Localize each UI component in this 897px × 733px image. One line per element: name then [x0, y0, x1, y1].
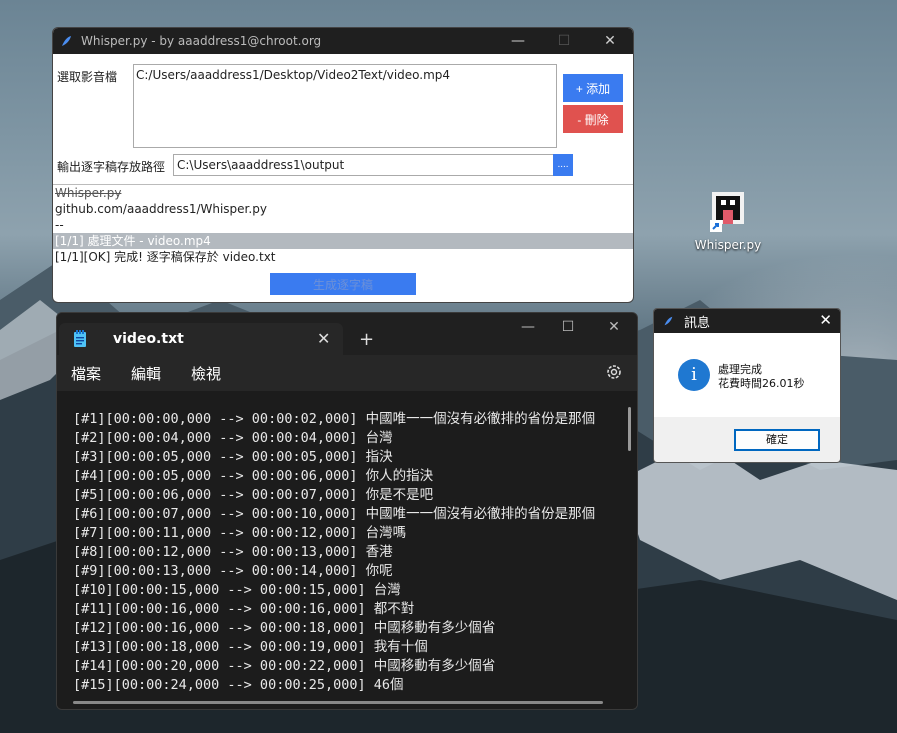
info-icon: i	[678, 359, 710, 391]
remove-file-button[interactable]: - 刪除	[563, 105, 623, 133]
desktop-icon-label: Whisper.py	[694, 238, 762, 252]
dialog-message-line2: 花費時間26.01秒	[718, 377, 805, 390]
output-path-input[interactable]: C:\Users\aaaddress1\output	[173, 154, 555, 176]
desktop-icon-whisper[interactable]: Whisper.py	[692, 190, 764, 252]
tab-video-txt[interactable]: video.txt ✕	[59, 323, 343, 355]
horizontal-scrollbar[interactable]	[73, 701, 603, 704]
generate-transcript-button[interactable]: 生成逐字稿	[270, 273, 416, 295]
notepad-icon	[74, 330, 86, 347]
notepad-close-button[interactable]: ✕	[591, 319, 637, 335]
ok-button[interactable]: 確定	[734, 429, 820, 451]
text-line: [#3][00:00:05,000 --> 00:00:05,000] 指決	[73, 449, 393, 465]
minimize-button[interactable]: —	[495, 33, 541, 49]
dialog-content: i 處理完成 花費時間26.01秒	[654, 333, 840, 417]
text-line: [#8][00:00:12,000 --> 00:00:13,000] 香港	[73, 544, 393, 560]
menu-file[interactable]: 檔案	[71, 363, 101, 384]
selected-files-list[interactable]: C:/Users/aaaddress1/Desktop/Video2Text/v…	[133, 64, 557, 148]
dialog-close-button[interactable]: ✕	[819, 311, 832, 329]
text-line: [#15][00:00:24,000 --> 00:00:25,000] 46個	[73, 677, 404, 693]
whisper-cow-icon	[708, 190, 748, 234]
log-output: Whisper.py github.com/aaaddress1/Whisper…	[53, 184, 633, 279]
output-path-row: 輸出逐字稿存放路徑 C:\Users\aaaddress1\output ...…	[53, 150, 633, 182]
browse-button[interactable]: ....	[553, 154, 573, 176]
whisper-window: Whisper.py - by aaaddress1@chroot.org — …	[52, 27, 634, 303]
log-line: --	[55, 218, 64, 232]
notepad-maximize-button[interactable]: ☐	[545, 319, 591, 335]
tab-close-icon[interactable]: ✕	[317, 329, 330, 348]
new-tab-button[interactable]: +	[359, 329, 374, 350]
feather-icon	[664, 316, 673, 326]
file-select-row: 選取影音檔 C:/Users/aaaddress1/Desktop/Video2…	[53, 54, 633, 148]
text-line: [#4][00:00:05,000 --> 00:00:06,000] 你人的指…	[73, 468, 434, 484]
text-line: [#2][00:00:04,000 --> 00:00:04,000] 台灣	[73, 430, 393, 446]
notepad-window: video.txt ✕ + — ☐ ✕ 檔案 編輯 檢視 [#1][00:00:…	[56, 312, 638, 710]
log-line: github.com/aaaddress1/Whisper.py	[55, 202, 267, 216]
text-line: [#11][00:00:16,000 --> 00:00:16,000] 都不對	[73, 601, 415, 617]
menu-view[interactable]: 檢視	[191, 363, 221, 384]
text-line: [#5][00:00:06,000 --> 00:00:07,000] 你是不是…	[73, 487, 434, 503]
selected-file-item[interactable]: C:/Users/aaaddress1/Desktop/Video2Text/v…	[136, 68, 554, 82]
menu-edit[interactable]: 編輯	[131, 363, 161, 384]
settings-gear-icon[interactable]	[605, 363, 623, 381]
text-line: [#12][00:00:16,000 --> 00:00:18,000] 中國移…	[73, 620, 496, 636]
text-line: [#6][00:00:07,000 --> 00:00:10,000] 中國唯一…	[73, 506, 596, 522]
feather-icon	[62, 36, 71, 46]
window-title: Whisper.py - by aaaddress1@chroot.org	[81, 34, 322, 48]
notepad-text-area[interactable]: [#1][00:00:00,000 --> 00:00:02,000] 中國唯一…	[57, 391, 637, 709]
notepad-menubar: 檔案 編輯 檢視	[57, 355, 637, 391]
text-line: [#9][00:00:13,000 --> 00:00:14,000] 你呢	[73, 563, 393, 579]
select-file-label: 選取影音檔	[57, 70, 118, 84]
text-line: [#10][00:00:15,000 --> 00:00:15,000] 台灣	[73, 582, 401, 598]
add-file-button[interactable]: + 添加	[563, 74, 623, 102]
maximize-button[interactable]: ☐	[541, 33, 587, 49]
vertical-scrollbar[interactable]	[628, 407, 631, 451]
close-button[interactable]: ✕	[587, 33, 633, 49]
output-path-label: 輸出逐字稿存放路徑	[57, 160, 166, 174]
log-line-selected: [1/1] 處理文件 - video.mp4	[53, 233, 633, 249]
notepad-tabbar[interactable]: video.txt ✕ + — ☐ ✕	[57, 313, 637, 355]
text-line: [#7][00:00:11,000 --> 00:00:12,000] 台灣嗎	[73, 525, 407, 541]
tab-title: video.txt	[113, 331, 184, 347]
message-dialog: 訊息 ✕ i 處理完成 花費時間26.01秒 確定	[653, 308, 841, 463]
text-line: [#13][00:00:18,000 --> 00:00:19,000] 我有十…	[73, 639, 428, 655]
dialog-title: 訊息	[684, 315, 711, 331]
log-line: Whisper.py	[55, 186, 122, 200]
text-line: [#14][00:00:20,000 --> 00:00:22,000] 中國移…	[73, 658, 496, 674]
whisper-titlebar[interactable]: Whisper.py - by aaaddress1@chroot.org — …	[53, 28, 633, 54]
dialog-titlebar[interactable]: 訊息 ✕	[654, 309, 840, 333]
text-line: [#1][00:00:00,000 --> 00:00:02,000] 中國唯一…	[73, 411, 596, 427]
log-line: [1/1][OK] 完成! 逐字稿保存於 video.txt	[55, 250, 276, 264]
